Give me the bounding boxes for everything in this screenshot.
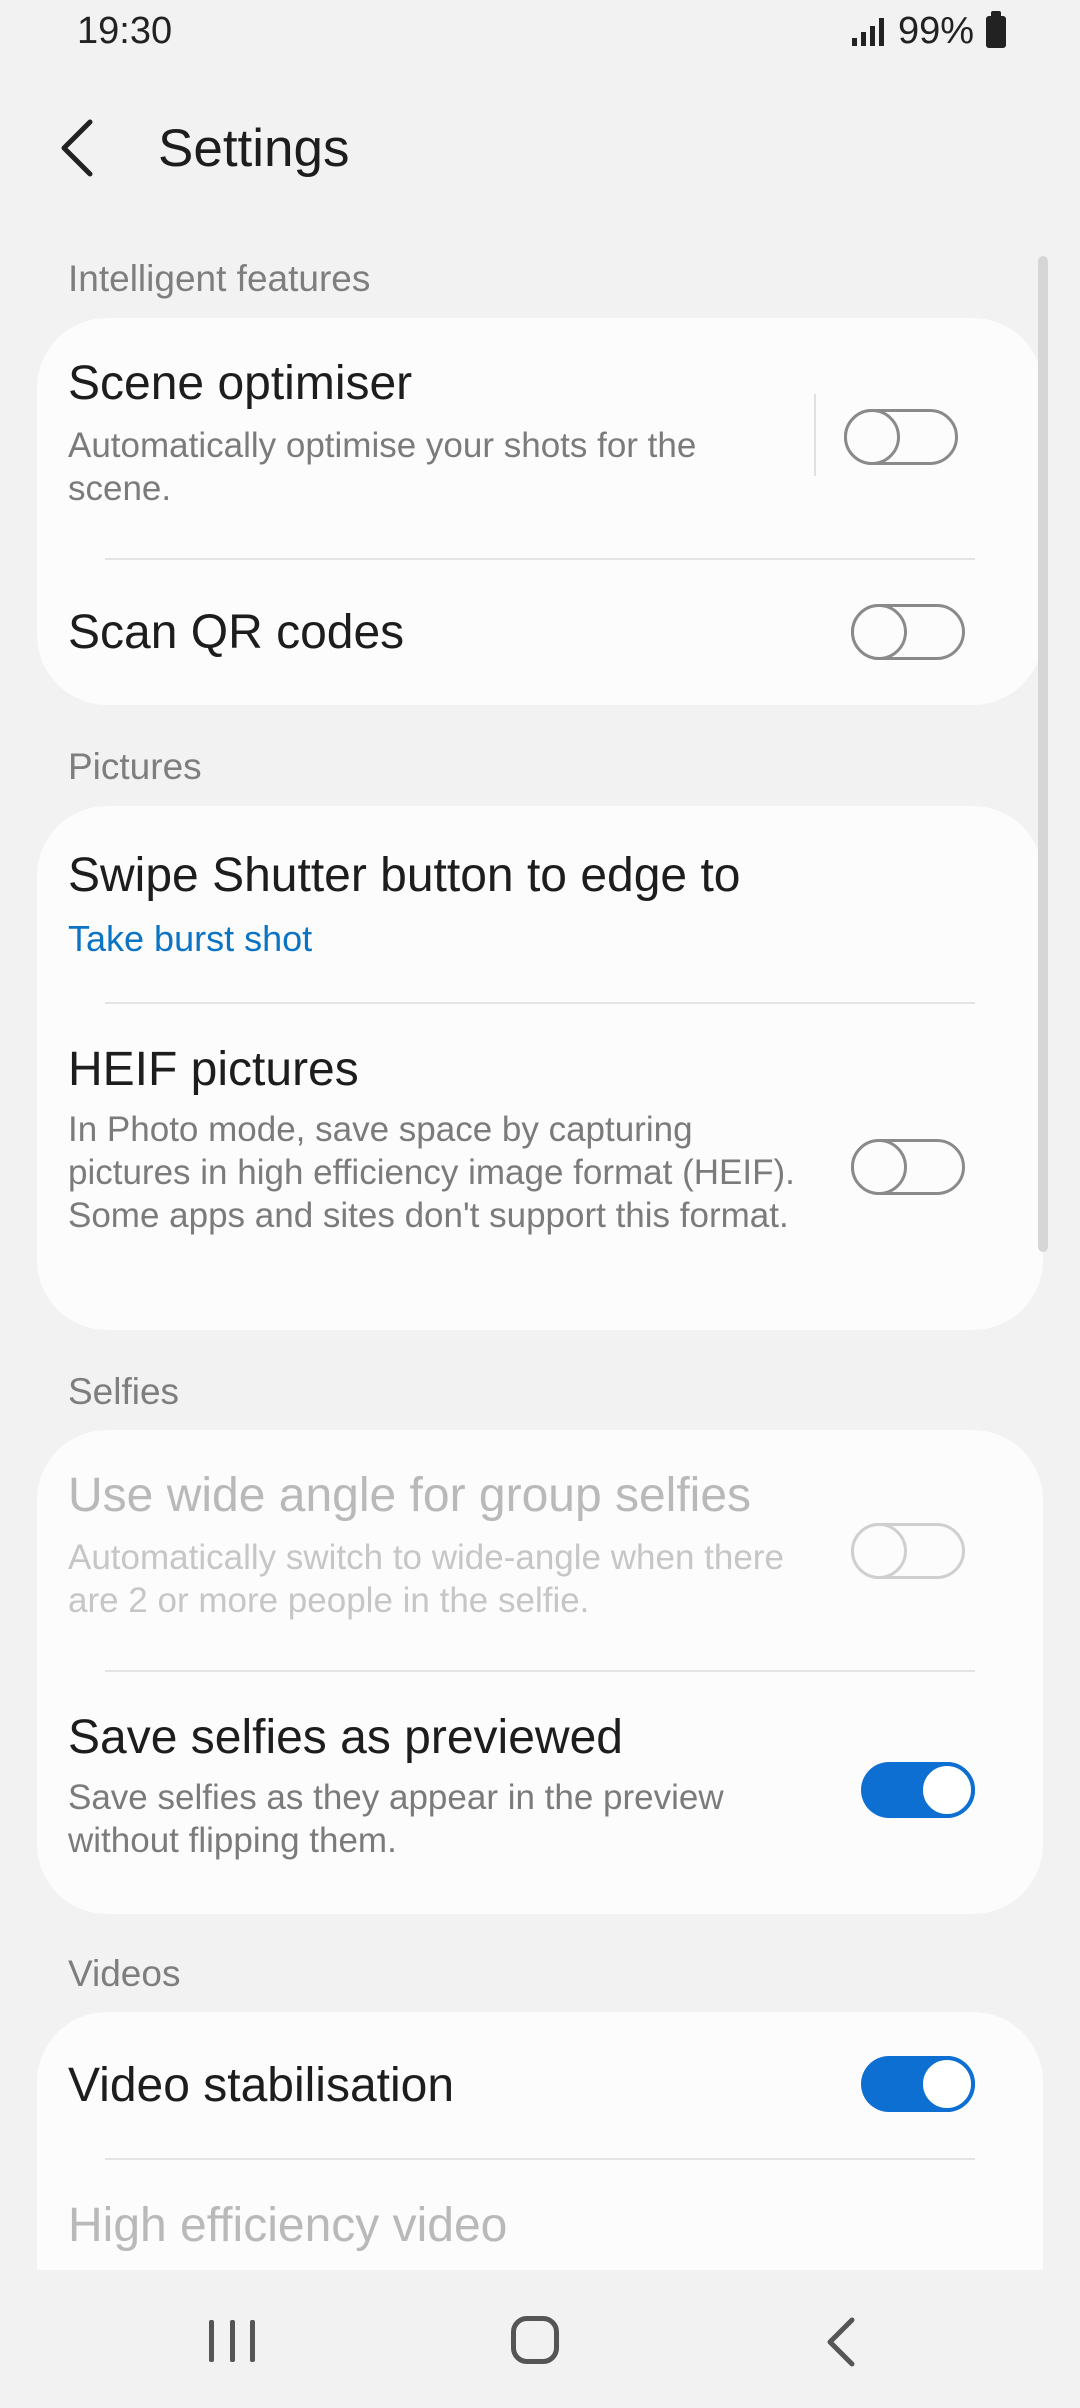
scan-qr-toggle[interactable]: [851, 604, 965, 660]
setting-title: Use wide angle for group selfies: [68, 1469, 752, 1522]
setting-description: Automatically switch to wide-angle when …: [68, 1538, 784, 1620]
signal-icon: [851, 17, 884, 46]
vertical-divider: [814, 394, 816, 476]
section-title-intelligent: Intelligent features: [68, 258, 371, 299]
video-stabilisation-toggle[interactable]: [861, 2056, 975, 2112]
camera-settings-screen: 19:30 99% Settings Intelligent features …: [0, 0, 1080, 2408]
setting-heif-pictures[interactable]: HEIF pictures In Photo mode, save space …: [68, 1004, 978, 1330]
recent-apps-icon[interactable]: [209, 2320, 255, 2362]
back-button[interactable]: [50, 114, 110, 182]
setting-scene-optimiser[interactable]: Scene optimiser Automatically optimise y…: [68, 318, 978, 560]
navigation-bar: [0, 2270, 1080, 2408]
settings-list[interactable]: Intelligent features Scene optimiser Aut…: [0, 238, 1080, 2270]
setting-scan-qr[interactable]: Scan QR codes: [68, 560, 978, 705]
home-icon[interactable]: [511, 2316, 559, 2364]
section-title-videos: Videos: [68, 1953, 181, 1994]
page-title: Settings: [158, 119, 350, 178]
setting-wide-angle-selfies: Use wide angle for group selfies Automat…: [68, 1430, 978, 1670]
scene-optimiser-toggle[interactable]: [844, 409, 958, 465]
setting-value: Take burst shot: [68, 918, 313, 959]
setting-title: HEIF pictures: [68, 1043, 359, 1096]
chevron-left-icon: [61, 119, 93, 177]
status-bar: 19:30 99%: [0, 0, 1080, 66]
setting-title: Video stabilisation: [68, 2059, 455, 2112]
setting-description: Save selfies as they appear in the previ…: [68, 1778, 724, 1860]
setting-video-stabilisation[interactable]: Video stabilisation: [68, 2012, 978, 2160]
setting-save-selfies-previewed[interactable]: Save selfies as previewed Save selfies a…: [68, 1672, 978, 1914]
wide-angle-toggle: [851, 1523, 965, 1579]
status-right: 99%: [851, 10, 1006, 53]
scrollbar[interactable]: [1038, 256, 1048, 1252]
setting-title: Scene optimiser: [68, 357, 413, 410]
save-selfies-toggle[interactable]: [861, 1762, 975, 1818]
section-title-selfies: Selfies: [68, 1371, 180, 1412]
back-icon[interactable]: [820, 2314, 860, 2370]
battery-percentage: 99%: [897, 10, 974, 52]
battery-icon: [986, 10, 1006, 48]
setting-swipe-shutter[interactable]: Swipe Shutter button to edge to Take bur…: [68, 806, 978, 1000]
app-header: Settings: [0, 96, 1080, 200]
setting-title: High efficiency video: [68, 2199, 508, 2252]
setting-high-efficiency-video[interactable]: High efficiency video: [68, 2160, 978, 2270]
setting-description: In Photo mode, save space by capturing p…: [68, 1110, 795, 1235]
heif-toggle[interactable]: [851, 1139, 965, 1195]
setting-title: Swipe Shutter button to edge to: [68, 849, 741, 902]
section-title-pictures: Pictures: [68, 746, 202, 787]
status-time: 19:30: [77, 10, 173, 52]
setting-title: Save selfies as previewed: [68, 1711, 623, 1764]
setting-description: Automatically optimise your shots for th…: [68, 426, 697, 508]
setting-title: Scan QR codes: [68, 606, 405, 659]
